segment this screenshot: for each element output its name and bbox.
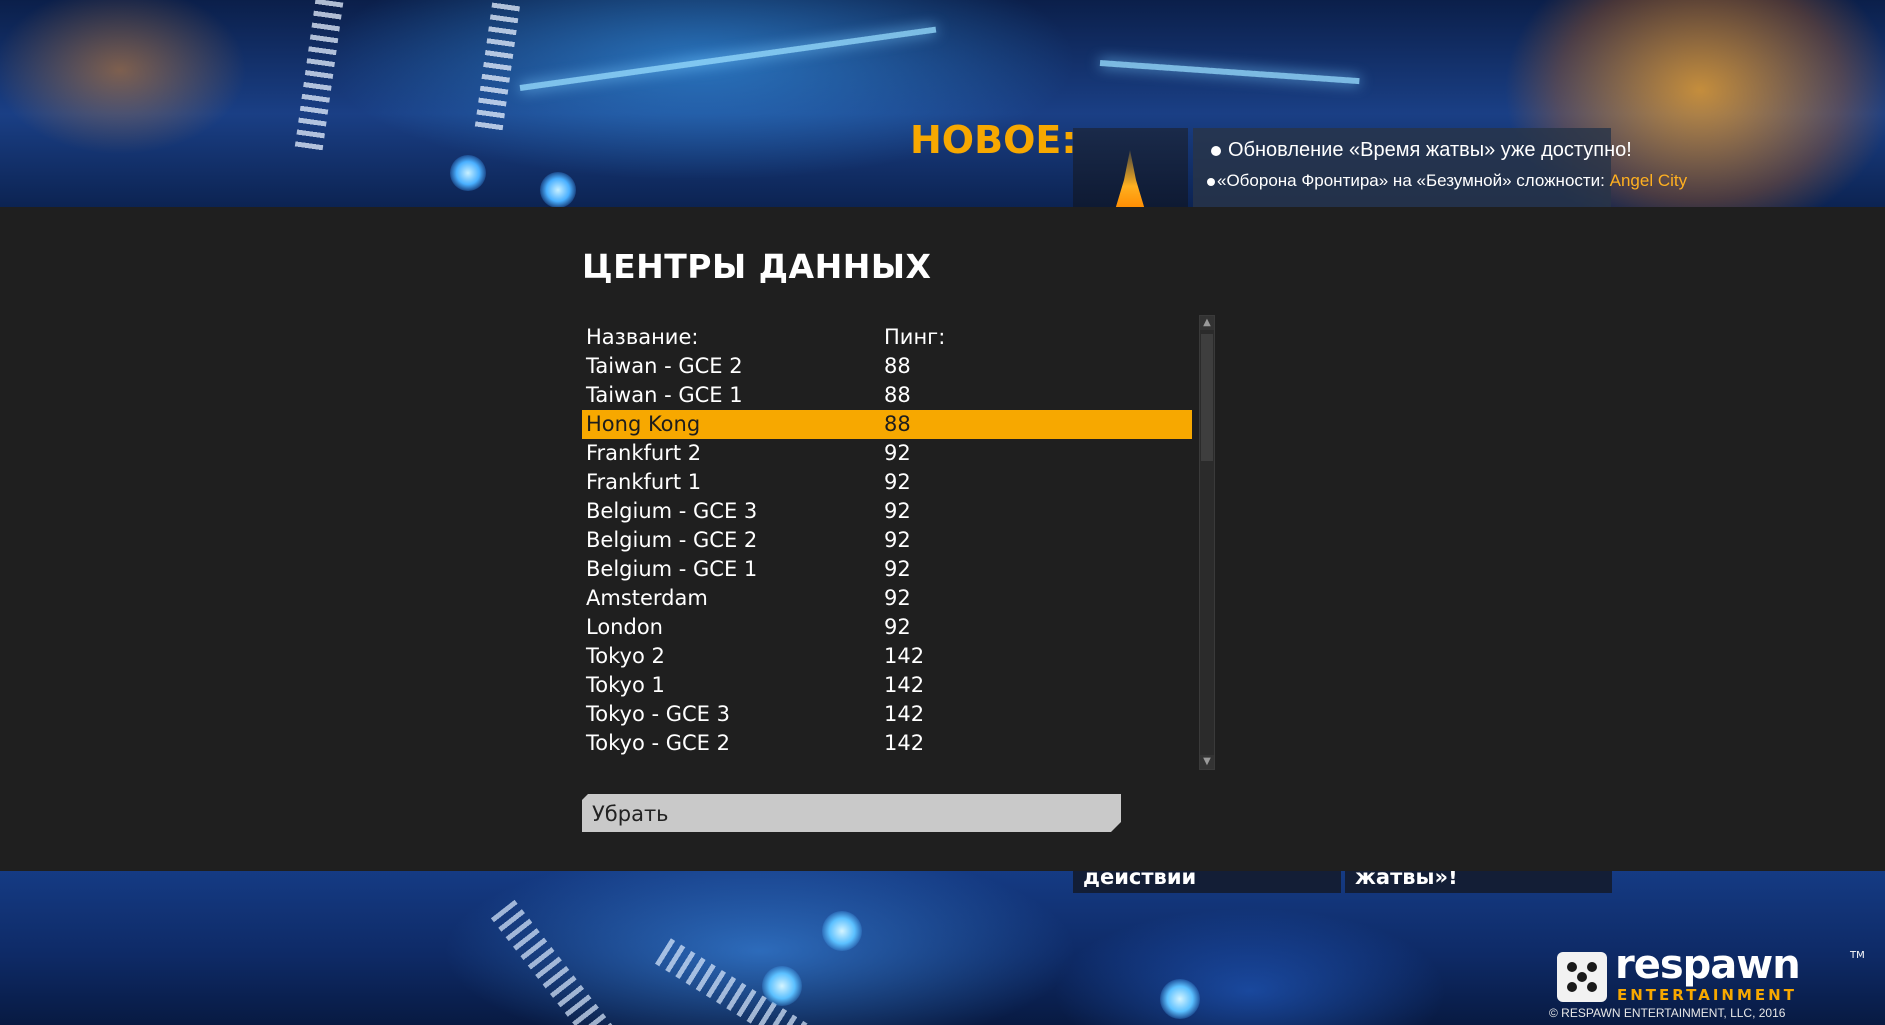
- copyright-text: © RESPAWN ENTERTAINMENT, LLC, 2016: [1549, 1006, 1786, 1020]
- light-stripe: [294, 0, 344, 152]
- glow-orb: [1160, 979, 1200, 1019]
- logo-trademark: TM: [1850, 950, 1865, 961]
- datacenter-ping: 92: [884, 586, 911, 610]
- light-stripe: [490, 899, 620, 1025]
- datacenter-ping: 142: [884, 731, 925, 755]
- datacenter-row[interactable]: Belgium - GCE 3 92: [582, 497, 1192, 526]
- news-item-highlight: Angel City: [1609, 171, 1688, 190]
- scroll-down-arrow-icon[interactable]: ▼: [1200, 755, 1214, 769]
- logo-wordmark: respawn: [1615, 942, 1801, 988]
- column-header-ping: Пинг:: [884, 325, 946, 349]
- datacenter-name: Amsterdam: [586, 586, 708, 610]
- respawn-logo: respawn TM ENTERTAINMENT © RESPAWN ENTER…: [1549, 942, 1877, 1025]
- datacenter-row[interactable]: Tokyo 2 142: [582, 642, 1192, 671]
- news-item-text: «Оборона Фронтира» на «Безумной» сложнос…: [1217, 171, 1605, 190]
- datacenter-row[interactable]: Frankfurt 1 92: [582, 468, 1192, 497]
- datacenter-row[interactable]: London 92: [582, 613, 1192, 642]
- scrollbar[interactable]: ▲ ▼: [1199, 315, 1215, 770]
- datacenter-row[interactable]: Belgium - GCE 1 92: [582, 555, 1192, 584]
- dismiss-button-label: Убрать: [592, 802, 669, 826]
- datacenter-ping: 92: [884, 528, 911, 552]
- flame-icon: [1115, 150, 1145, 207]
- datacenter-ping: 88: [884, 354, 911, 378]
- datacenter-name: Frankfurt 1: [586, 470, 702, 494]
- datacenter-list: Название: Пинг: Taiwan - GCE 2 88 Taiwan -…: [582, 315, 1215, 770]
- datacenter-ping: 92: [884, 470, 911, 494]
- news-tile-left[interactable]: действий: [1073, 871, 1341, 893]
- datacenter-name: Belgium - GCE 3: [586, 499, 758, 523]
- datacenter-row[interactable]: Tokyo - GCE 3 142: [582, 700, 1192, 729]
- datacenter-ping: 142: [884, 702, 925, 726]
- datacenter-name: Tokyo 1: [586, 673, 665, 697]
- news-thumbnail[interactable]: [1073, 128, 1188, 207]
- respawn-logo-icon: [1557, 952, 1607, 1002]
- news-box[interactable]: Обновление «Время жатвы» уже доступно! «…: [1193, 128, 1687, 207]
- datacenters-panel: ЦЕНТРЫ ДАННЫХ Название: Пинг: Taiwan - G…: [0, 207, 1885, 871]
- datacenter-ping: 92: [884, 499, 911, 523]
- bullet-icon: [1211, 145, 1221, 156]
- page-title: ЦЕНТРЫ ДАННЫХ: [582, 247, 932, 286]
- news-title: НОВОЕ:: [910, 118, 1077, 162]
- news-item-text: Обновление «Время жатвы» уже доступно!: [1228, 139, 1632, 161]
- datacenter-ping: 88: [884, 412, 911, 436]
- datacenter-ping: 92: [884, 441, 911, 465]
- datacenter-name: Taiwan - GCE 1: [586, 383, 743, 407]
- game-menu-screen: НОВОЕ: Обновление «Время жатвы» уже дост…: [0, 0, 1885, 1025]
- light-beam: [1099, 60, 1360, 85]
- datacenter-row[interactable]: Belgium - GCE 2 92: [582, 526, 1192, 555]
- glow-orb: [762, 966, 802, 1006]
- datacenter-ping: 92: [884, 557, 911, 581]
- datacenter-row[interactable]: Frankfurt 2 92: [582, 439, 1192, 468]
- logo-subtitle: ENTERTAINMENT: [1617, 986, 1797, 1004]
- datacenter-name: Tokyo - GCE 3: [586, 702, 730, 726]
- scroll-up-arrow-icon[interactable]: ▲: [1200, 316, 1214, 330]
- datacenter-ping: 92: [884, 615, 911, 639]
- datacenter-name: Taiwan - GCE 2: [586, 354, 743, 378]
- news-tile-text: жатвы»!: [1355, 871, 1458, 889]
- scroll-thumb[interactable]: [1201, 334, 1213, 461]
- news-item[interactable]: «Оборона Фронтира» на «Безумной» сложнос…: [1207, 171, 1687, 191]
- datacenter-name: Belgium - GCE 2: [586, 528, 758, 552]
- light-stripe: [474, 0, 524, 132]
- datacenter-name: Tokyo - GCE 2: [586, 731, 730, 755]
- datacenter-name: London: [586, 615, 663, 639]
- datacenter-row[interactable]: Amsterdam 92: [582, 584, 1192, 613]
- datacenter-ping: 142: [884, 644, 925, 668]
- datacenter-name: Tokyo 2: [586, 644, 665, 668]
- list-header: Название: Пинг:: [582, 323, 1192, 352]
- dismiss-button[interactable]: Убрать: [582, 794, 1121, 832]
- news-item[interactable]: Обновление «Время жатвы» уже доступно!: [1211, 139, 1632, 162]
- column-header-name: Название:: [586, 325, 699, 349]
- datacenter-row[interactable]: Tokyo - GCE 2 142: [582, 729, 1192, 758]
- glow-orb: [540, 172, 576, 208]
- datacenter-name: Hong Kong: [586, 412, 701, 436]
- light-beam: [519, 26, 937, 91]
- datacenter-row[interactable]: Hong Kong 88: [582, 410, 1192, 439]
- datacenter-row[interactable]: Tokyo 1 142: [582, 671, 1192, 700]
- bullet-icon: [1207, 177, 1215, 186]
- datacenter-name: Belgium - GCE 1: [586, 557, 758, 581]
- glow-orb: [822, 911, 862, 951]
- datacenter-ping: 88: [884, 383, 911, 407]
- news-tile-right[interactable]: жатвы»!: [1345, 871, 1612, 893]
- datacenter-name: Frankfurt 2: [586, 441, 702, 465]
- glow-orb: [450, 155, 486, 191]
- datacenter-ping: 142: [884, 673, 925, 697]
- news-tile-text: действий: [1083, 871, 1197, 889]
- datacenter-row[interactable]: Taiwan - GCE 2 88: [582, 352, 1192, 381]
- datacenter-row[interactable]: Taiwan - GCE 1 88: [582, 381, 1192, 410]
